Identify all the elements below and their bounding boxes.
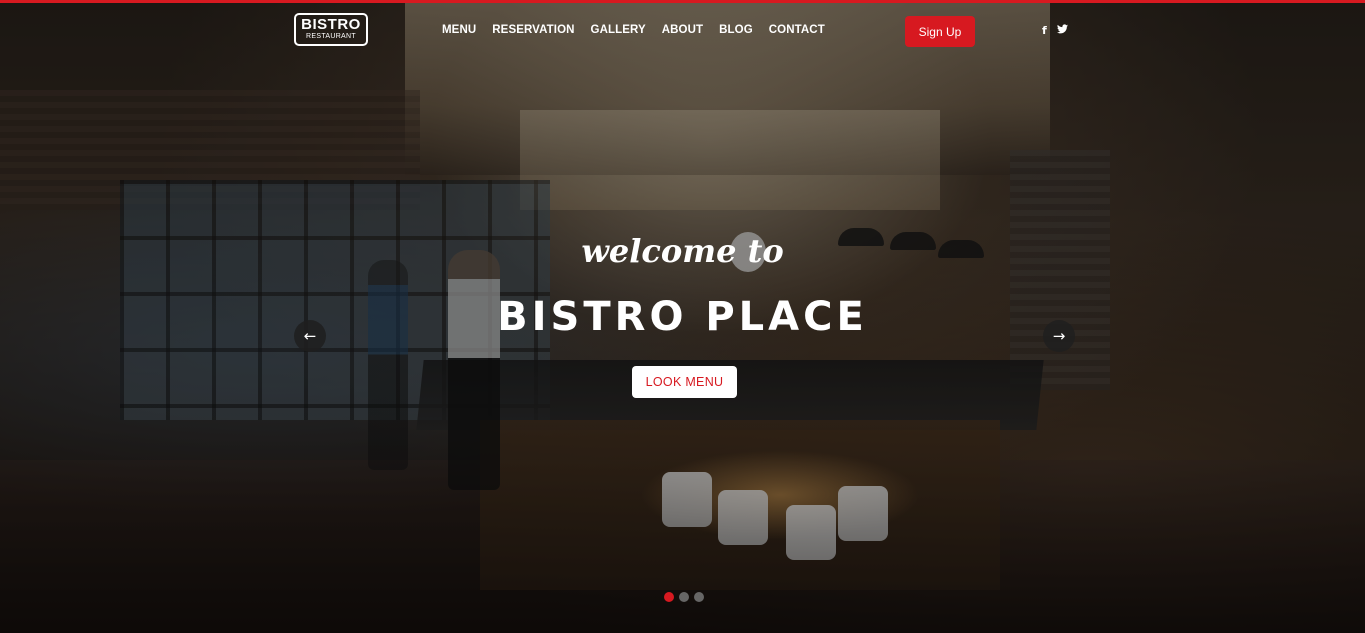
main-nav: MENU RESERVATION GALLERY ABOUT BLOG CONT… xyxy=(442,24,825,40)
social-links: f xyxy=(1042,24,1068,37)
top-accent-bar xyxy=(0,0,1365,3)
hero-welcome-text: welcome to xyxy=(581,232,784,270)
brand-name: BISTRO xyxy=(301,16,361,33)
hero-title: BISTRO PLACE xyxy=(497,294,868,340)
twitter-bird-glyph xyxy=(1056,24,1068,34)
nav-item-about[interactable]: ABOUT xyxy=(662,24,703,40)
brand-logo[interactable]: BISTRO RESTAURANT xyxy=(294,13,368,46)
slide-dot-1[interactable] xyxy=(664,592,674,602)
facebook-icon[interactable]: f xyxy=(1042,24,1047,37)
sign-up-button[interactable]: Sign Up xyxy=(905,16,975,47)
nav-item-menu[interactable]: MENU xyxy=(442,24,476,40)
slide-dot-3[interactable] xyxy=(694,592,704,602)
brand-tagline: RESTAURANT xyxy=(306,33,356,40)
slide-dot-2[interactable] xyxy=(679,592,689,602)
arrow-left-icon[interactable]: ← xyxy=(294,320,326,352)
slider-pagination xyxy=(664,592,704,602)
nav-item-blog[interactable]: BLOG xyxy=(719,24,753,40)
arrow-right-icon[interactable]: → xyxy=(1043,320,1075,352)
nav-item-reservation[interactable]: RESERVATION xyxy=(492,24,574,40)
look-menu-button[interactable]: LOOK MENU xyxy=(632,366,737,398)
twitter-icon[interactable] xyxy=(1056,24,1068,37)
nav-item-contact[interactable]: CONTACT xyxy=(769,24,825,40)
nav-item-gallery[interactable]: GALLERY xyxy=(591,24,646,40)
